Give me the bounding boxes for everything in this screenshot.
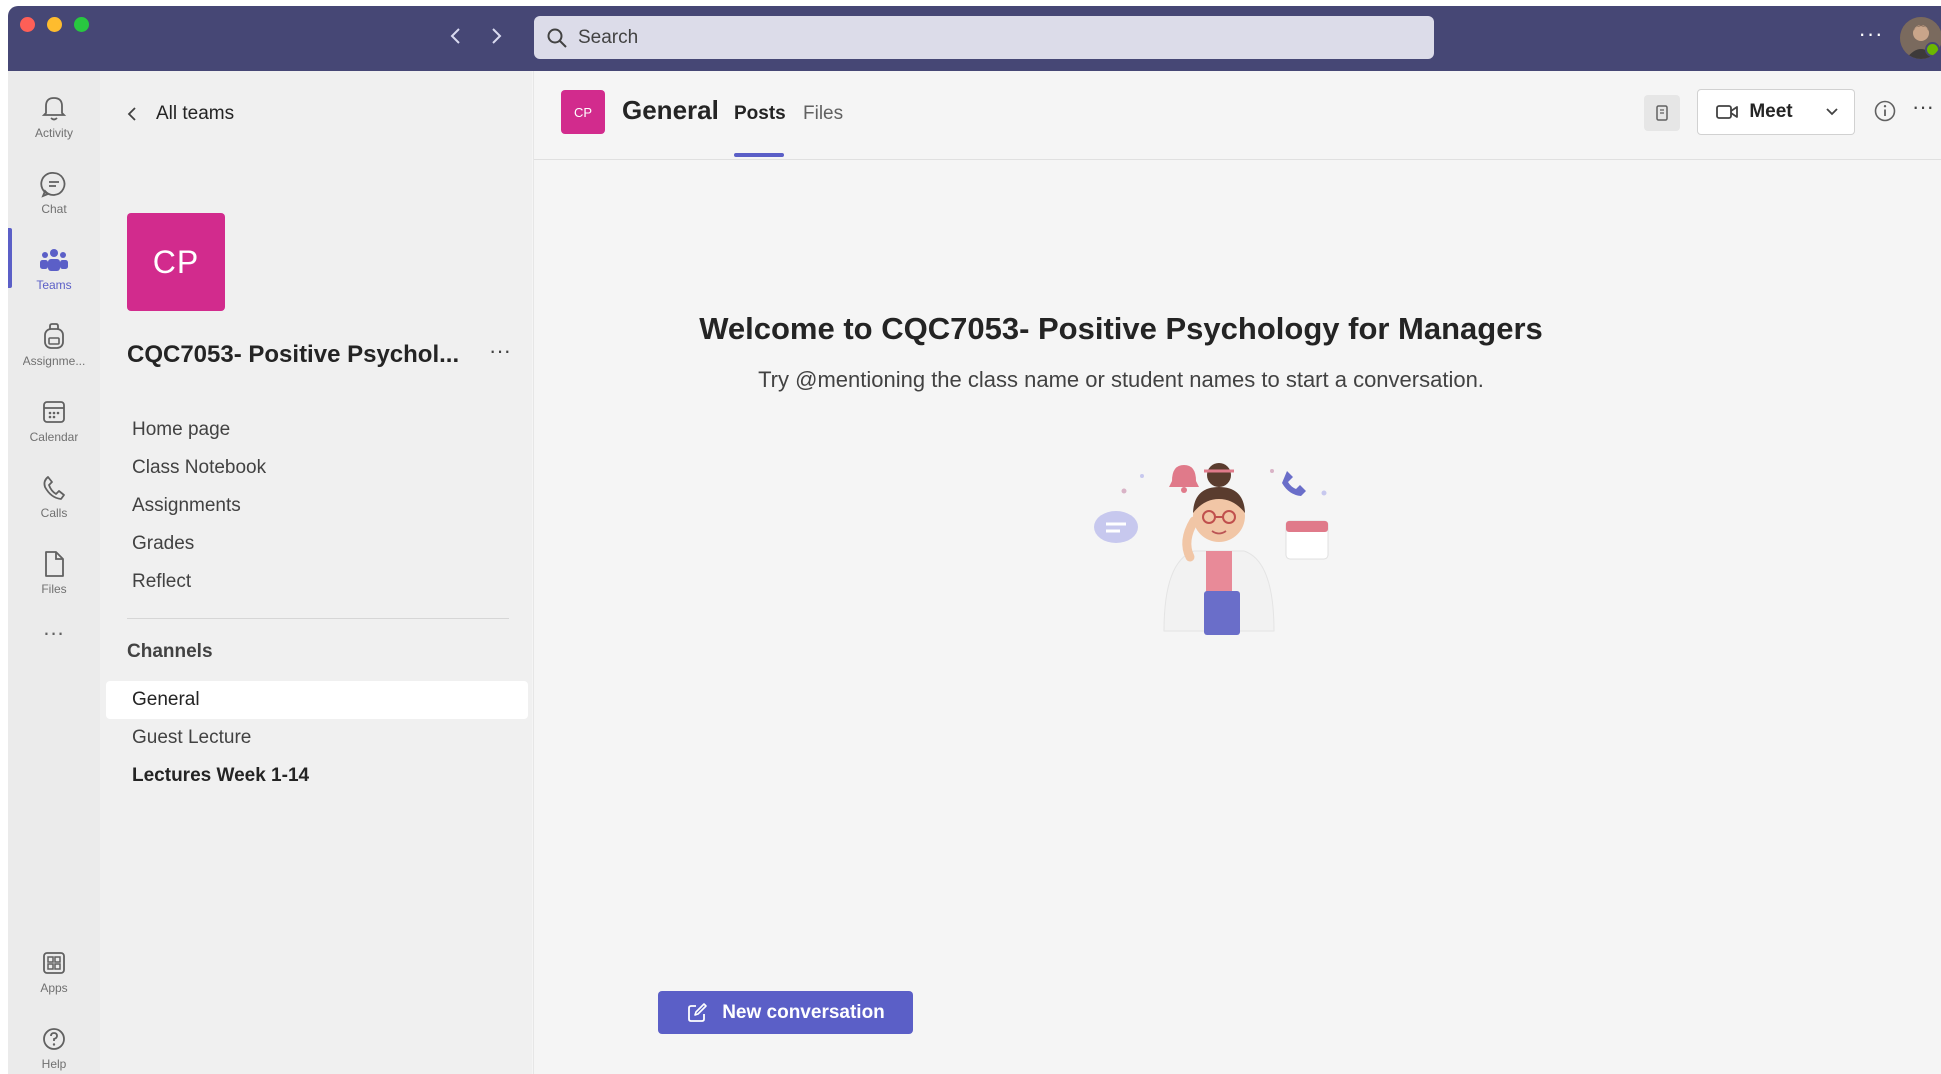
back-arrow-icon[interactable] <box>444 24 468 48</box>
close-window-button[interactable] <box>20 17 35 32</box>
welcome-subtitle: Try @mentioning the class name or studen… <box>758 367 1484 392</box>
compose-icon <box>686 1002 708 1024</box>
rail-label: Activity <box>34 125 73 140</box>
tab-posts[interactable]: Posts <box>734 103 786 125</box>
rail-item-activity[interactable]: Activity <box>8 81 100 151</box>
rail-label: Assignme... <box>22 353 86 368</box>
chevron-down-icon <box>1824 106 1840 118</box>
apps-icon <box>39 948 69 978</box>
video-camera-icon <box>1715 100 1739 124</box>
channel-team-avatar: CP <box>561 90 605 134</box>
teams-icon <box>39 245 69 275</box>
team-name[interactable]: CQC7053- Positive Psychol... <box>127 341 477 369</box>
rail-item-teams[interactable]: Teams <box>8 233 100 303</box>
rail-label: Calendar <box>29 429 79 444</box>
bell-icon <box>39 93 69 123</box>
meet-dropdown-button[interactable] <box>1810 89 1855 135</box>
rail-label: Chat <box>41 201 67 216</box>
rail-label: Help <box>41 1056 67 1071</box>
rail-item-help[interactable]: Help <box>8 1012 100 1074</box>
backpack-icon <box>39 321 69 351</box>
zoom-window-button[interactable] <box>74 17 89 32</box>
meeting-notes-button[interactable] <box>1644 95 1680 131</box>
app-rail: Activity Chat Teams Assignme... Calendar <box>8 71 100 1074</box>
phone-icon <box>39 473 69 503</box>
class-tab-class-notebook[interactable]: Class Notebook <box>132 449 266 487</box>
meet-label: Meet <box>1749 101 1793 122</box>
info-icon <box>1873 99 1897 123</box>
channel-title: General <box>622 95 719 125</box>
rail-label: Calls <box>40 505 68 520</box>
more-icon: ... <box>43 615 65 640</box>
class-tab-assignments[interactable]: Assignments <box>132 487 266 525</box>
file-icon <box>39 549 69 579</box>
channel-item-general[interactable]: General <box>106 681 528 719</box>
more-options-icon[interactable]: ··· <box>1856 23 1886 48</box>
rail-item-assignments[interactable]: Assignme... <box>8 309 100 379</box>
channel-item-lectures-week-1-14[interactable]: Lectures Week 1-14 <box>106 757 528 795</box>
search-icon <box>546 27 568 49</box>
chat-icon <box>39 169 69 199</box>
notes-icon <box>1654 104 1670 122</box>
rail-more-apps[interactable]: ... <box>8 603 100 653</box>
channel-more-options-icon[interactable]: ··· <box>1908 96 1938 123</box>
class-tab-reflect[interactable]: Reflect <box>132 563 266 601</box>
channel-main: CP General Posts Files Meet ··· Welcome … <box>533 71 1941 1074</box>
rail-item-files[interactable]: Files <box>8 537 100 607</box>
help-icon <box>39 1024 69 1054</box>
search-input[interactable] <box>576 25 1400 50</box>
class-tab-home-page[interactable]: Home page <box>132 411 266 449</box>
welcome-illustration <box>1094 451 1354 641</box>
channel-header: CP General Posts Files Meet ··· <box>534 71 1941 160</box>
channel-list: General Guest Lecture Lectures Week 1-14 <box>106 681 528 795</box>
rail-label: Apps <box>40 980 68 995</box>
rail-item-chat[interactable]: Chat <box>8 157 100 227</box>
welcome-heading: Welcome to CQC7053- Positive Psychology … <box>699 311 1543 346</box>
channel-info-button[interactable] <box>1868 94 1902 128</box>
title-bar: ··· <box>8 6 1941 71</box>
avatar[interactable] <box>1900 17 1941 59</box>
class-tabs-list: Home page Class Notebook Assignments Gra… <box>132 411 266 601</box>
rail-label: Files <box>41 581 67 596</box>
all-teams-label: All teams <box>156 103 235 124</box>
team-pane: All teams CP CQC7053- Positive Psychol..… <box>100 71 532 1074</box>
channels-heading: Channels <box>127 641 213 662</box>
all-teams-link[interactable]: All teams <box>124 103 234 125</box>
class-tab-grades[interactable]: Grades <box>132 525 266 563</box>
chevron-left-icon <box>124 105 142 123</box>
minimize-window-button[interactable] <box>47 17 62 32</box>
calendar-icon <box>39 397 69 427</box>
team-more-options-icon[interactable]: ··· <box>485 340 515 367</box>
new-conversation-button[interactable]: New conversation <box>658 991 913 1034</box>
search-bar[interactable] <box>534 16 1434 59</box>
team-avatar-tile: CP <box>127 213 225 311</box>
rail-item-apps[interactable]: Apps <box>8 936 100 1006</box>
meet-button[interactable]: Meet <box>1697 89 1811 135</box>
teams-window: ··· Activity Chat Teams <box>8 6 1941 1074</box>
tab-files[interactable]: Files <box>803 103 843 125</box>
rail-label: Teams <box>36 277 72 292</box>
rail-item-calendar[interactable]: Calendar <box>8 385 100 455</box>
new-conversation-label: New conversation <box>722 1001 885 1023</box>
section-divider <box>127 618 509 619</box>
channel-item-guest-lecture[interactable]: Guest Lecture <box>106 719 528 757</box>
forward-arrow-icon[interactable] <box>484 24 508 48</box>
presence-status-badge <box>1925 42 1940 57</box>
rail-item-calls[interactable]: Calls <box>8 461 100 531</box>
active-tab-underline <box>734 153 784 157</box>
